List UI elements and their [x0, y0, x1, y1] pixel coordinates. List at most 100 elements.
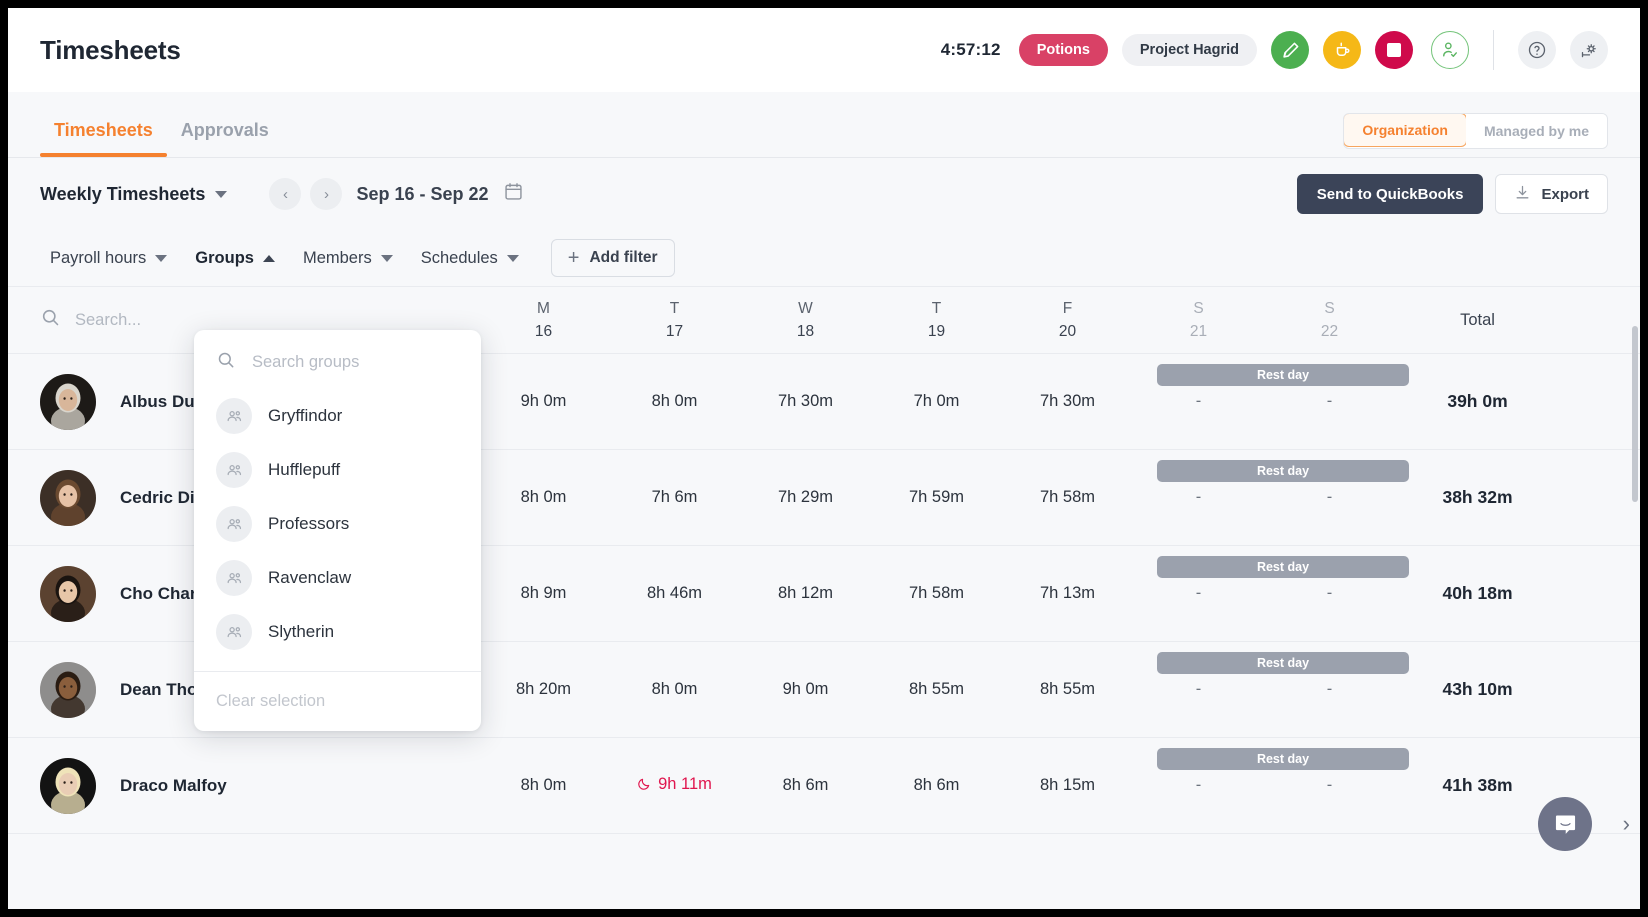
- task-badge[interactable]: Potions: [1018, 34, 1108, 66]
- day-cell[interactable]: 9h 0m: [740, 680, 871, 699]
- prev-week-button[interactable]: ‹: [269, 178, 302, 210]
- day-cell[interactable]: 8h 0m: [478, 488, 609, 507]
- scope-managed-by-me[interactable]: Managed by me: [1465, 114, 1607, 148]
- day-cell[interactable]: 7h 58m: [871, 584, 1002, 603]
- day-cell[interactable]: -: [1133, 776, 1264, 795]
- group-avatar-icon: [216, 506, 252, 542]
- day-cell[interactable]: 7h 59m: [871, 488, 1002, 507]
- stop-square-icon[interactable]: [1375, 31, 1413, 69]
- coffee-cup-icon[interactable]: [1323, 31, 1361, 69]
- day-cell[interactable]: -: [1264, 584, 1395, 603]
- day-value: 8h 9m: [520, 584, 567, 602]
- group-option-gryffindor[interactable]: Gryffindor: [194, 389, 481, 443]
- scope-organization[interactable]: Organization: [1344, 114, 1467, 147]
- header-divider: [1493, 30, 1494, 70]
- group-option-hufflepuff[interactable]: Hufflepuff: [194, 443, 481, 497]
- edit-pencil-icon[interactable]: [1271, 31, 1309, 69]
- day-cell[interactable]: 8h 15m: [1002, 776, 1133, 795]
- day-cell[interactable]: 8h 55m: [871, 680, 1002, 699]
- clear-selection-button[interactable]: Clear selection: [194, 672, 481, 731]
- day-cell[interactable]: 8h 6m: [871, 776, 1002, 795]
- view-selector[interactable]: Weekly Timesheets: [40, 183, 228, 205]
- day-cell[interactable]: -: [1264, 392, 1395, 411]
- table-row[interactable]: Rest day Draco Malfoy 8h 0m 9h 11m 8h 6m 8h 6…: [8, 738, 1640, 834]
- day-value: -: [1195, 584, 1202, 602]
- day-cell[interactable]: 7h 58m: [1002, 488, 1133, 507]
- vertical-scrollbar[interactable]: [1632, 326, 1638, 502]
- tab-timesheets[interactable]: Timesheets: [40, 120, 167, 157]
- groups-dropdown-panel: Search groups Gryffindor Hufflepuff Profes…: [194, 330, 481, 731]
- day-cell[interactable]: -: [1264, 776, 1395, 795]
- filter-groups[interactable]: Groups: [185, 243, 285, 274]
- day-cell[interactable]: 8h 12m: [740, 584, 871, 603]
- group-option-ravenclaw[interactable]: Ravenclaw: [194, 551, 481, 605]
- rest-day-badge: Rest day: [1157, 748, 1409, 770]
- row-total: 41h 38m: [1442, 775, 1513, 795]
- day-value: 7h 13m: [1039, 584, 1096, 602]
- day-cell[interactable]: 8h 9m: [478, 584, 609, 603]
- day-cell[interactable]: -: [1133, 680, 1264, 699]
- member-cell: Draco Malfoy: [8, 757, 478, 814]
- chat-bubble-icon[interactable]: [1538, 797, 1592, 851]
- day-cell[interactable]: -: [1133, 392, 1264, 411]
- group-avatar-icon: [216, 452, 252, 488]
- tab-approvals[interactable]: Approvals: [167, 120, 283, 157]
- day-cell[interactable]: 8h 0m: [609, 392, 740, 411]
- day-value: -: [1326, 584, 1333, 602]
- day-cell[interactable]: 8h 0m: [478, 776, 609, 795]
- groups-search-input[interactable]: Search groups: [194, 330, 481, 389]
- day-cell[interactable]: -: [1133, 584, 1264, 603]
- day-header-sat: S 21: [1133, 297, 1264, 344]
- day-value: 7h 59m: [908, 488, 965, 506]
- day-cell[interactable]: 8h 55m: [1002, 680, 1133, 699]
- day-cell[interactable]: -: [1133, 488, 1264, 507]
- day-header-wed: W 18: [740, 297, 871, 344]
- day-cell[interactable]: 7h 6m: [609, 488, 740, 507]
- avatar: [40, 469, 96, 526]
- day-cell[interactable]: 7h 0m: [871, 392, 1002, 411]
- day-value: 8h 55m: [908, 680, 965, 698]
- day-cell[interactable]: 8h 0m: [609, 680, 740, 699]
- day-number: 19: [927, 323, 946, 340]
- send-to-quickbooks-button[interactable]: Send to QuickBooks: [1296, 174, 1484, 214]
- export-button[interactable]: Export: [1495, 174, 1608, 214]
- filter-payroll-hours[interactable]: Payroll hours: [40, 243, 177, 274]
- calendar-icon[interactable]: [503, 181, 524, 207]
- chevron-up-icon: [262, 254, 275, 262]
- day-number: 20: [1058, 323, 1077, 340]
- next-week-button[interactable]: ›: [310, 178, 343, 210]
- search-input[interactable]: Search...: [40, 307, 141, 333]
- filter-schedules-label: Schedules: [420, 248, 498, 267]
- day-value: 8h 15m: [1039, 776, 1096, 794]
- filter-groups-label: Groups: [195, 248, 254, 267]
- day-cell[interactable]: -: [1264, 680, 1395, 699]
- day-cell[interactable]: 7h 30m: [740, 392, 871, 411]
- day-cell[interactable]: 8h 6m: [740, 776, 871, 795]
- day-value: -: [1195, 776, 1202, 794]
- project-badge[interactable]: Project Hagrid: [1121, 34, 1257, 66]
- app-header: Timesheets 4:57:12 Potions Project Hagri…: [8, 8, 1640, 92]
- day-cell[interactable]: 7h 13m: [1002, 584, 1133, 603]
- gear-settings-icon[interactable]: [1570, 31, 1608, 69]
- group-option-slytherin[interactable]: Slytherin: [194, 605, 481, 659]
- view-selector-label: Weekly Timesheets: [40, 183, 206, 204]
- row-total-cell: 41h 38m: [1395, 775, 1560, 796]
- day-cell[interactable]: 9h 11m: [609, 775, 740, 797]
- day-cell[interactable]: 7h 29m: [740, 488, 871, 507]
- add-filter-button[interactable]: + Add filter: [550, 239, 675, 277]
- filter-schedules[interactable]: Schedules: [411, 243, 529, 274]
- download-icon: [1514, 184, 1531, 205]
- person-check-icon[interactable]: [1431, 31, 1469, 69]
- day-cell[interactable]: 8h 20m: [478, 680, 609, 699]
- day-cell[interactable]: -: [1264, 488, 1395, 507]
- day-cell[interactable]: 7h 30m: [1002, 392, 1133, 411]
- day-value: 7h 30m: [1039, 392, 1096, 410]
- group-option-professors[interactable]: Professors: [194, 497, 481, 551]
- day-value: 8h 6m: [782, 776, 829, 794]
- filter-members[interactable]: Members: [293, 243, 403, 274]
- row-total-cell: 40h 18m: [1395, 583, 1560, 604]
- day-cell[interactable]: 8h 46m: [609, 584, 740, 603]
- chevron-right-icon[interactable]: ›: [1623, 811, 1630, 837]
- day-cell[interactable]: 9h 0m: [478, 392, 609, 411]
- help-circle-icon[interactable]: [1518, 31, 1556, 69]
